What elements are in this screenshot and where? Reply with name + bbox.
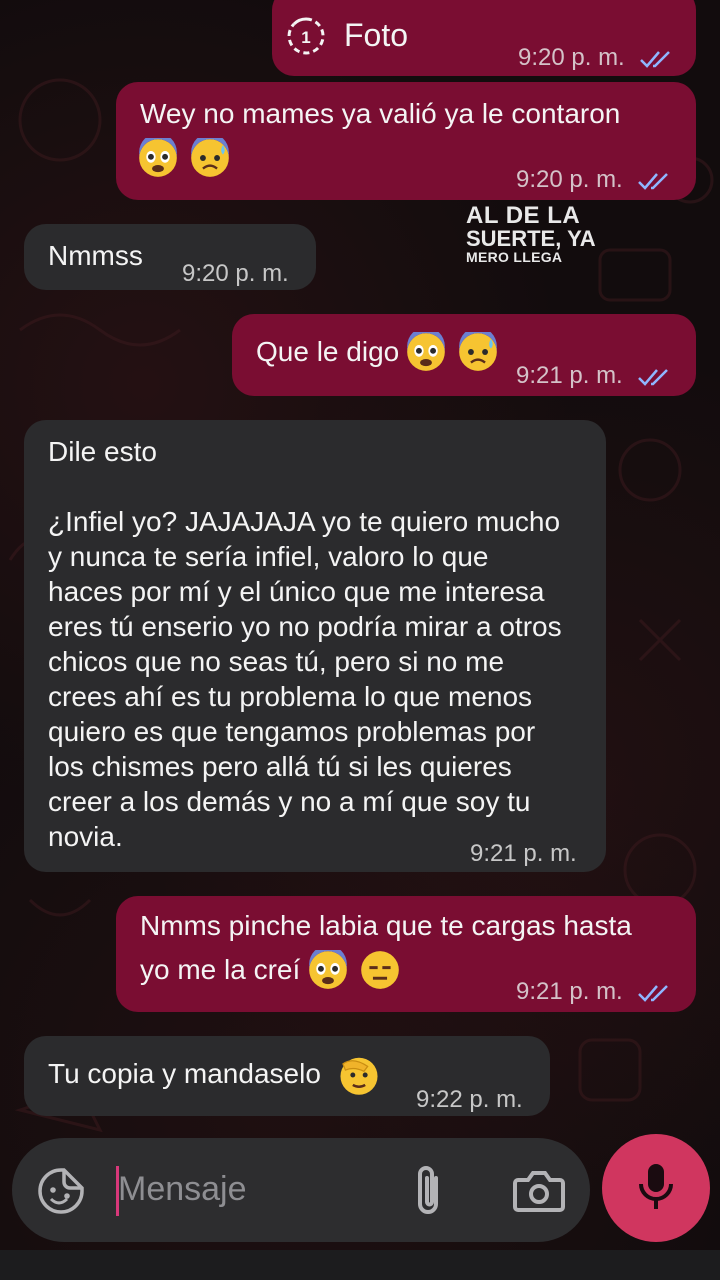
double-check-icon [638,172,669,190]
expressionless-face-emoji [360,951,399,989]
saluting-face-emoji [340,1057,378,1095]
message-line: y nunca te sería infiel, valoro lo que [48,541,489,572]
view-once-icon: 1 [287,17,325,55]
message-line: crees ahí es tu problema lo que menos [48,681,533,712]
message-line [48,469,598,504]
watermark-line: MERO LLEGA [466,249,563,265]
fearful-face-emoji [139,138,177,177]
timestamp-text: 9:20 p. m. [518,44,625,71]
double-check-icon [640,50,671,68]
message-timestamp: 9:21 p. m. [470,840,577,867]
message-bubble-sent[interactable]: Que le digo 9:21 p. m. [232,314,696,396]
message-bubble-sent[interactable]: Nmms pinche labia que te cargas hasta yo… [116,896,696,1012]
double-check-icon [638,984,669,1002]
message-timestamp: 9:21 p. m. [516,974,673,1009]
message-line: eres tú enserio yo no podría mirar a otr… [48,611,562,642]
message-bubble-sent[interactable]: Wey no mames ya valió ya le contaron 9:2… [116,82,696,200]
message-bubble-received[interactable]: Tu copia y mandaselo 9:22 p. m. [24,1036,550,1116]
message-bubble-received[interactable]: Dile esto ¿Infiel yo? JAJAJAJA yo te qui… [24,420,606,872]
message-line: haces por mí y el único que me interesa [48,576,545,607]
message-bubble-received[interactable]: Nmmss 9:20 p. m. [24,224,316,290]
message-line: ¿Infiel yo? JAJAJAJA yo te quiero mucho [48,506,561,537]
message-text: Dile esto ¿Infiel yo? JAJAJAJA yo te qui… [48,434,598,854]
watermark-line: SUERTE, YA [466,226,596,251]
message-timestamp: 9:20 p. m. [518,40,675,75]
message-input[interactable]: Mensaje [118,1170,247,1209]
anxious-face-with-sweat-emoji [190,138,229,177]
message-text: Tu copia y mandaselo [48,1058,321,1089]
message-timestamp: 9:20 p. m. [182,260,289,287]
message-line: creer a los demás y no a mí que soy tu [48,786,531,817]
message-timestamp: 9:21 p. m. [516,358,673,393]
timestamp-text: 9:20 p. m. [516,166,623,193]
photo-label: Foto [344,17,409,53]
camera-icon[interactable] [512,1166,566,1216]
message-text: Que le digo [256,336,400,367]
double-check-icon [638,368,669,386]
mic-icon [639,1164,673,1209]
message-line: los chismes pero allá tú si les quieres [48,751,512,782]
timestamp-text: 9:21 p. m. [516,978,623,1005]
message-text: Wey no mames ya valió ya le contaron [140,98,621,129]
message-line: chicos que no seas tú, pero si no me [48,646,505,677]
watermark-line: AL DE LA [466,202,581,229]
system-navigation-bar [0,1250,720,1280]
sticker-icon[interactable] [36,1166,86,1216]
emoji-group [308,950,400,990]
message-line: Nmms pinche labia que te cargas hasta [140,910,632,941]
anxious-face-with-sweat-emoji [458,332,497,371]
emoji-group [406,332,498,372]
attach-icon[interactable] [408,1164,448,1220]
voice-record-button[interactable] [602,1134,710,1242]
watermark-text: AL DE LA SUERTE, YA MERO LLEGA [466,202,596,265]
fearful-face-emoji [407,332,445,371]
fearful-face-emoji [309,950,347,989]
svg-text:1: 1 [301,28,310,47]
message-timestamp: 9:22 p. m. [416,1086,523,1113]
message-line: Dile esto [48,436,157,467]
message-bubble-sent[interactable]: 1 Foto 9:20 p. m. [272,0,696,76]
message-line: yo me la creí [140,954,301,985]
message-text: Nmmss [48,240,143,271]
emoji-group [138,138,230,178]
message-composer [12,1138,590,1242]
message-timestamp: 9:20 p. m. [516,162,673,197]
message-line: quiero es que tengamos problemas por [48,716,536,747]
timestamp-text: 9:21 p. m. [516,362,623,389]
chat-screen: 1 Foto 9:20 p. m. Wey no mames ya valió … [0,0,720,1280]
